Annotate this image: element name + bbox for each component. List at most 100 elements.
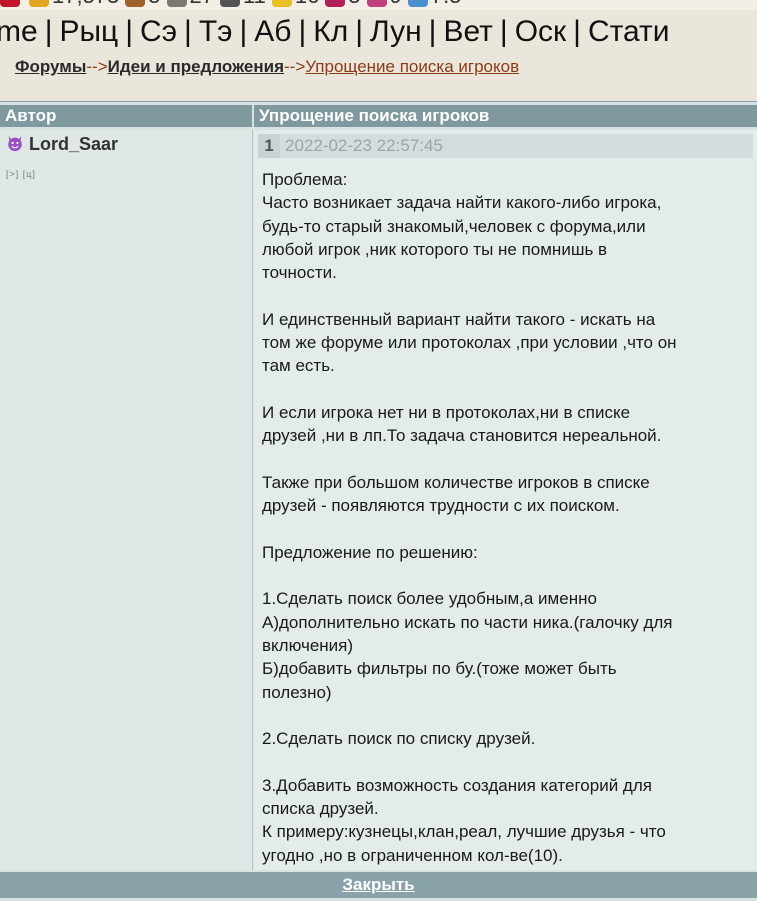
resource-item: 17,573 [29, 0, 119, 8]
gem-icon [325, 0, 346, 8]
resource-row: 17,573 5 27 11 16 5 9 7.5 [0, 0, 467, 8]
post-text-line: 1.Сделать поиск более удобным,а именно [262, 589, 597, 609]
author-tools-links[interactable]: [>] [ц] [6, 169, 36, 179]
nav-separator: | [573, 15, 581, 48]
heart-icon [0, 0, 20, 8]
post-text-line: Предложение по решению: [262, 542, 478, 562]
ingot-icon [271, 0, 292, 8]
post-text-line: друзей ,ни в лп.То задача становится нер… [262, 426, 662, 446]
post-text-line: полезно) [262, 682, 332, 702]
breadcrumb-arrow: --> [86, 57, 108, 76]
resource-item: 11 [220, 0, 266, 8]
post-timestamp: 2022-02-23 22:57:45 [285, 136, 443, 155]
post-text-line: Б)добавить фильтры по бу.(тоже может быт… [262, 659, 617, 679]
post-text-line [262, 564, 752, 587]
resource-value: 5 [148, 0, 160, 8]
post-text-line [262, 378, 752, 401]
crystal-icon [407, 0, 428, 8]
post-text-line: включения) [262, 635, 354, 655]
resource-item: 7.5 [407, 0, 462, 8]
nav-separator: | [298, 15, 307, 48]
resource-bar: 17,573 5 27 11 16 5 9 7.5 [0, 0, 757, 10]
post-author-cell: Lord_Saar [>] [ц] [0, 130, 253, 870]
post-text-line [262, 750, 752, 773]
nav-separator: | [239, 15, 248, 48]
post-text-line: И единственный вариант найти такого - ис… [262, 309, 656, 329]
wood-icon [125, 0, 146, 8]
post-text-line: точности. [262, 263, 337, 283]
resource-item: 9 [366, 0, 402, 8]
resource-item: 5 [325, 0, 361, 8]
nav-link-3[interactable]: Тэ [199, 15, 233, 48]
nav-separator: | [499, 15, 508, 48]
nav-link-5[interactable]: Кл [313, 15, 348, 48]
nav-link-9[interactable]: Стати [588, 15, 670, 48]
post-text-line: И если игрока нет ни в протоколах,ни в с… [262, 402, 631, 422]
post-header: 1 2022-02-23 22:57:45 [258, 134, 753, 158]
author-column-header: Автор [0, 105, 252, 127]
post-text-line: угодно ,но в ограниченном кол-ве(10). [262, 845, 563, 865]
post-text-line: том же форуме или протоколах ,при услови… [262, 333, 677, 353]
post-text-line: А)дополнительно искать по части ника.(га… [262, 612, 673, 632]
nav-link-4[interactable]: Аб [254, 15, 291, 48]
resource-value: 11 [243, 0, 266, 8]
topic-column-header: Упрощение поиска игроков [254, 105, 757, 127]
forum-thread-table: Автор Упрощение поиска игроков Lord_Saar… [0, 101, 757, 901]
breadcrumb-current-topic-link[interactable]: Упрощение поиска игроков [305, 57, 519, 76]
main-nav-links: me | Рыц | Сэ | Тэ | Аб | Кл | Лун | Вет | Оск | Стати [0, 12, 670, 52]
nav-separator: | [428, 15, 437, 48]
nav-link-8[interactable]: Оск [515, 15, 566, 48]
resource-value: 5 [348, 0, 360, 8]
resource-item [0, 0, 23, 8]
devil-face-icon [8, 135, 22, 152]
nav-separator: | [44, 15, 53, 48]
stone-icon [166, 0, 187, 8]
resource-item: 16 [271, 0, 319, 8]
nav-link-7[interactable]: Вет [443, 15, 492, 48]
nav-separator: | [355, 15, 364, 48]
post-text-line: 2.Сделать поиск по списку друзей. [262, 729, 536, 749]
post-text-line [262, 448, 752, 471]
resource-item: 27 [166, 0, 214, 8]
main-nav: me | Рыц | Сэ | Тэ | Аб | Кл | Лун | Вет | Оск | Стати [0, 12, 757, 52]
post-text-line: К примеру:кузнецы,клан,реал, лучшие друз… [262, 822, 666, 842]
post-text-line: списка друзей. [262, 799, 379, 819]
resource-value: 17,573 [52, 0, 119, 8]
resource-value: 9 [390, 0, 402, 8]
resource-value: 16 [295, 0, 319, 8]
sword-icon [220, 0, 241, 8]
breadcrumb-section-link[interactable]: Идеи и предложения [108, 57, 284, 76]
nav-separator: | [125, 15, 134, 48]
post-text-line [262, 284, 752, 307]
nav-separator: | [184, 15, 192, 48]
post-text-line: Проблема: [262, 170, 348, 189]
flower-icon [366, 0, 387, 8]
post-body: Проблема: Часто возникает задача найти ка… [262, 168, 752, 867]
post-text-line: друзей - появляются трудности с их поиск… [262, 496, 620, 516]
close-bar: Закрыть [0, 872, 757, 898]
post-text-line: Часто возникает задача найти какого-либо… [262, 193, 662, 213]
author-name-link[interactable]: Lord_Saar [29, 134, 118, 154]
post-text-line: там есть. [262, 356, 335, 376]
breadcrumb-forums-link[interactable]: Форумы [15, 57, 86, 76]
resource-item: 5 [125, 0, 161, 8]
post-text-line [262, 704, 752, 727]
gold-icon [29, 0, 49, 8]
nav-link-0[interactable]: me [0, 15, 38, 48]
resource-value: 27 [190, 0, 214, 8]
post-text-line [262, 517, 752, 540]
breadcrumb: Форумы-->Идеи и предложения-->Упрощение … [15, 57, 519, 77]
author-info: Lord_Saar [6, 134, 118, 155]
post-text-line: будь-то старый знакомый,человек с форума… [262, 216, 646, 236]
breadcrumb-arrow: --> [284, 57, 306, 76]
post-text-line: Также при большом количестве игроков в с… [262, 472, 650, 492]
resource-value: 7.5 [431, 0, 462, 8]
nav-link-6[interactable]: Лун [370, 15, 422, 48]
post-content-cell: 1 2022-02-23 22:57:45 Проблема: Часто возн… [254, 130, 757, 870]
post-text-line: любой игрок ,ник которого ты не помнишь … [262, 239, 608, 259]
post-number[interactable]: 1 [258, 134, 280, 158]
nav-link-1[interactable]: Рыц [59, 15, 118, 48]
close-topic-link[interactable]: Закрыть [342, 875, 414, 894]
nav-link-2[interactable]: Сэ [140, 15, 177, 48]
post-text-line: 3.Добавить возможность создания категори… [262, 775, 652, 795]
